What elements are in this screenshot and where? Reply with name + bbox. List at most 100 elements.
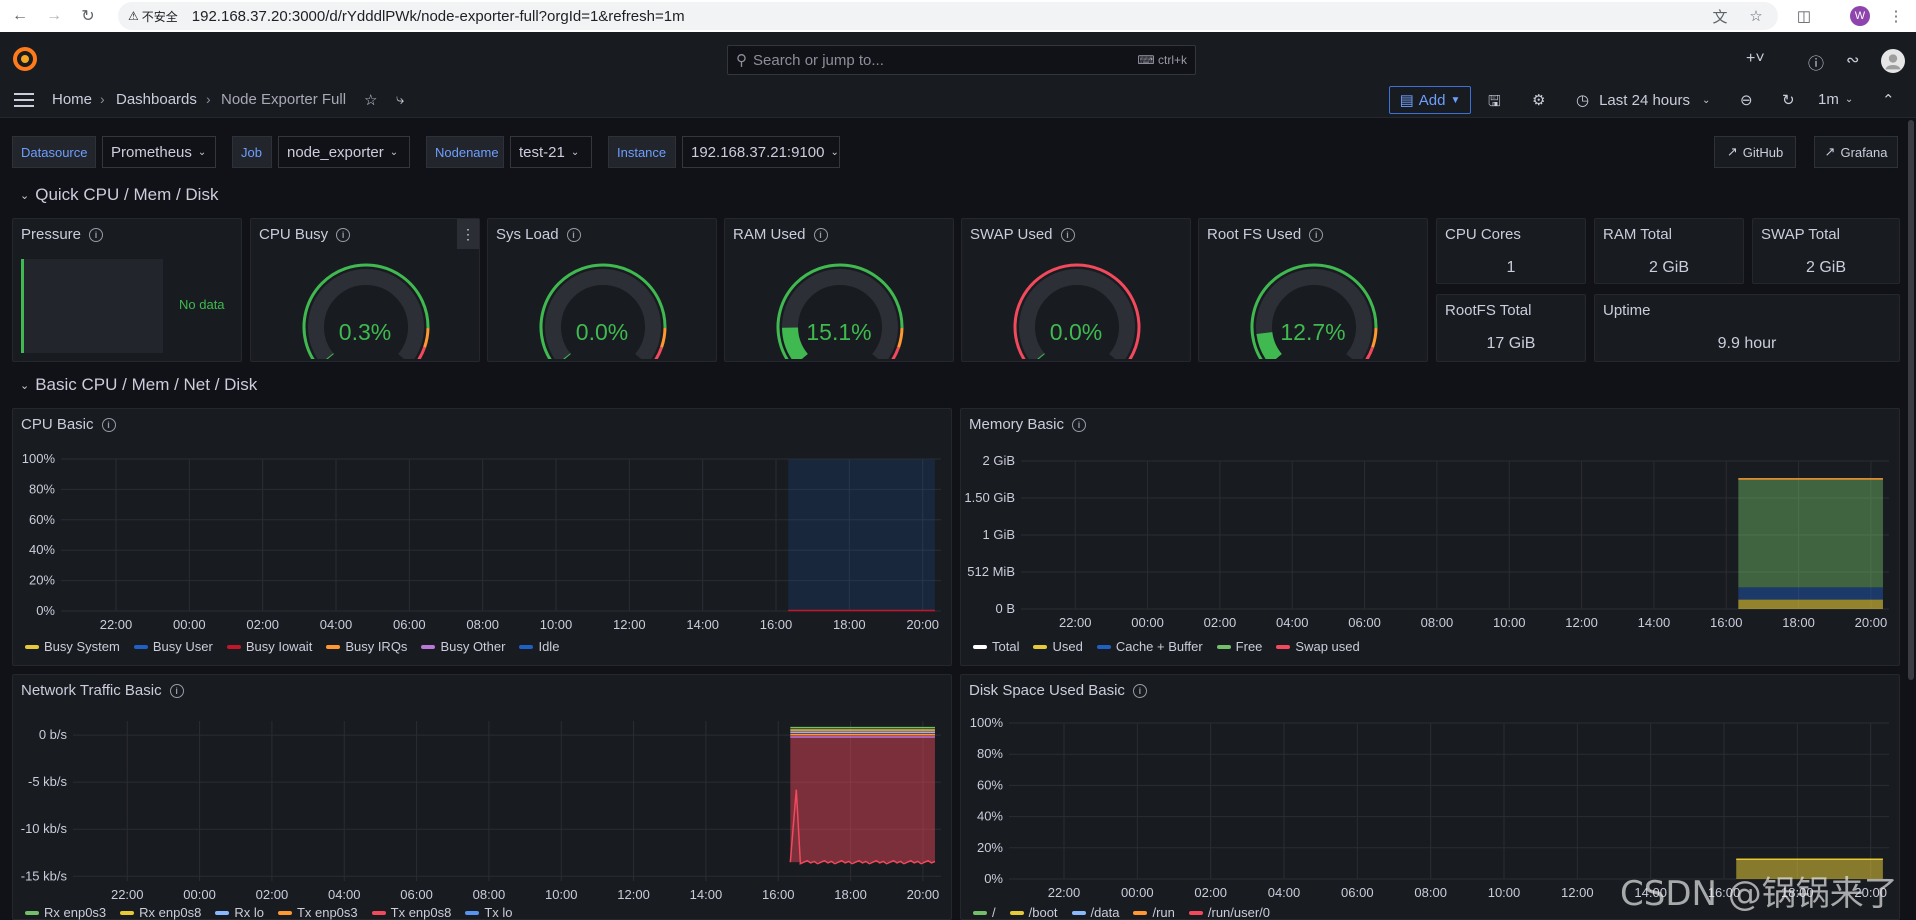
time-range-picker[interactable]: ◷ Last 24 hours ⌄: [1576, 91, 1710, 110]
legend-item[interactable]: Busy Other: [421, 639, 505, 654]
panel-gauge-cpu-busy[interactable]: CPU Busy i ⋮ 0.3%: [250, 218, 480, 362]
help-icon[interactable]: ⓘ: [1808, 50, 1824, 74]
reload-icon[interactable]: ↻: [74, 2, 102, 30]
legend-label: /boot: [1028, 905, 1058, 920]
panel-gauge-sys-load[interactable]: Sys Load i 0.0%: [487, 218, 717, 362]
legend-item[interactable]: Swap used: [1276, 639, 1360, 654]
legend-item[interactable]: Busy Iowait: [226, 639, 312, 654]
job-select[interactable]: node_exporter ⌄: [278, 136, 410, 168]
row-basic-cpu-mem-net-disk[interactable]: ⌄ Basic CPU / Mem / Net / Disk: [20, 375, 257, 395]
legend-swatch: [120, 910, 135, 915]
datasource-select[interactable]: Prometheus ⌄: [102, 136, 216, 168]
panel-gauge-swap-used[interactable]: SWAP Used i 0.0%: [961, 218, 1191, 362]
nodename-select[interactable]: test-21 ⌄: [510, 136, 592, 168]
legend-item[interactable]: Used: [1033, 639, 1083, 654]
legend-item[interactable]: /data: [1071, 905, 1119, 920]
page-scrollbar[interactable]: [1908, 120, 1914, 680]
x-tick-label: 12:00: [1561, 885, 1594, 900]
legend-item[interactable]: /run: [1133, 905, 1175, 920]
panel-uptime[interactable]: Uptime 9.9 hour: [1594, 294, 1900, 362]
profile-avatar: W: [1850, 6, 1870, 26]
panel-rootfs-total[interactable]: RootFS Total 17 GiB: [1436, 294, 1586, 362]
refresh-icon[interactable]: ↻: [1782, 91, 1795, 109]
legend-item[interactable]: /: [973, 905, 996, 920]
collapse-chevron-icon[interactable]: ⌃: [1882, 91, 1895, 109]
share-icon[interactable]: ⤷: [396, 91, 404, 108]
github-link[interactable]: ↗ GitHub: [1714, 136, 1796, 168]
legend-item[interactable]: Busy User: [133, 639, 213, 654]
more-menu-icon[interactable]: ⋮: [1884, 4, 1908, 28]
translate-icon[interactable]: 文: [1708, 4, 1732, 28]
panel-swap-total[interactable]: SWAP Total 2 GiB: [1752, 218, 1900, 284]
breadcrumb-current: Node Exporter Full: [221, 91, 347, 108]
panel-ram-total[interactable]: RAM Total 2 GiB: [1594, 218, 1744, 284]
security-warning[interactable]: ⚠ 不安全: [128, 8, 178, 25]
panel-network-traffic-basic[interactable]: Network Traffic Basic i 0 b/s -5 kb/s -10 k…: [12, 674, 952, 920]
user-avatar[interactable]: [1881, 49, 1905, 73]
legend-item[interactable]: Cache + Buffer: [1096, 639, 1203, 654]
row-quick-cpu-mem-disk[interactable]: ⌄ Quick CPU / Mem / Disk: [20, 185, 218, 205]
grafana-logo[interactable]: [12, 46, 38, 72]
extensions-icon[interactable]: ◫: [1792, 4, 1816, 28]
forward-icon[interactable]: →: [40, 2, 68, 30]
legend-item[interactable]: Rx enp0s3: [25, 905, 106, 920]
x-tick-label: 02:00: [1194, 885, 1227, 900]
profile-button[interactable]: W: [1848, 4, 1872, 28]
legend-swatch: [1188, 910, 1203, 915]
breadcrumb-dashboards[interactable]: Dashboards: [116, 91, 197, 108]
legend-item[interactable]: Busy System: [25, 639, 120, 654]
bookmark-star-icon[interactable]: ☆: [1744, 4, 1768, 28]
instance-select[interactable]: 192.168.37.21:9100 ⌄: [682, 136, 840, 168]
search-input[interactable]: ⚲ Search or jump to... ⌨ ctrl+k: [727, 45, 1196, 75]
legend-swatch: [326, 644, 341, 649]
legend-label: Rx enp0s3: [44, 905, 107, 920]
zoom-out-icon[interactable]: ⊖: [1740, 91, 1753, 109]
x-tick-label: 08:00: [1414, 885, 1447, 900]
chevron-down-icon: ▼: [1450, 94, 1461, 106]
x-tick-label: 12:00: [617, 887, 650, 901]
x-tick-label: 22:00: [100, 617, 133, 632]
add-button[interactable]: ▤ Add ▼: [1389, 86, 1471, 114]
refresh-interval-picker[interactable]: 1m ⌄: [1818, 91, 1853, 108]
menu-icon[interactable]: [14, 92, 34, 108]
gauge-track: [782, 269, 898, 359]
panel-title: CPU Busy: [259, 226, 329, 243]
user-icon: [1885, 54, 1901, 70]
panel-gauge-ram-used[interactable]: RAM Used i 15.1%: [724, 218, 954, 362]
panel-memory-basic[interactable]: Memory Basic i 2 GiB 1.50 GiB 1 GiB 512 MiB 0…: [960, 408, 1900, 666]
panel-pressure[interactable]: Pressure i No data: [12, 218, 242, 362]
x-tick-label: 16:00: [760, 617, 793, 632]
settings-gear-icon[interactable]: ⚙: [1532, 91, 1545, 109]
panel-title: Network Traffic Basic: [21, 682, 162, 699]
favorite-star-icon[interactable]: ☆: [364, 91, 377, 109]
legend-item[interactable]: Tx enp0s3: [277, 905, 358, 920]
legend-swatch: [277, 910, 292, 915]
back-icon[interactable]: ←: [6, 2, 34, 30]
panel-gauge-root-fs-used[interactable]: Root FS Used i 12.7%: [1198, 218, 1428, 362]
legend-item[interactable]: Tx enp0s8: [371, 905, 451, 920]
legend-item[interactable]: /boot: [1009, 905, 1058, 920]
legend-item[interactable]: Rx enp0s8: [120, 905, 201, 920]
info-icon: i: [89, 227, 104, 242]
new-plus-icon[interactable]: +˅: [1746, 50, 1765, 68]
legend-item[interactable]: Free: [1216, 639, 1262, 654]
panel-cpu-basic[interactable]: CPU Basic i 100% 80% 60% 40% 20% 0% 22:00 00:00 0…: [12, 408, 952, 666]
save-dashboard-icon[interactable]: 🖫: [1488, 91, 1501, 116]
legend-item[interactable]: Idle: [519, 639, 559, 654]
breadcrumb-home[interactable]: Home: [52, 91, 92, 108]
legend-item[interactable]: Busy IRQs: [326, 639, 407, 654]
panel-menu-icon[interactable]: ⋮: [457, 219, 479, 249]
legend-item[interactable]: Total: [973, 639, 1019, 654]
address-bar[interactable]: ⚠ 不安全 192.168.37.20:3000/d/rYdddlPWk/node…: [118, 2, 1778, 30]
grafana-link[interactable]: ↗ Grafana: [1814, 136, 1898, 168]
gauge-value-arc: [1037, 353, 1045, 359]
legend-item[interactable]: Rx lo: [215, 905, 264, 920]
legend-item[interactable]: /run/user/0: [1188, 905, 1270, 920]
x-tick-label: 06:00: [400, 887, 433, 901]
panel-cpu-cores[interactable]: CPU Cores 1: [1436, 218, 1586, 284]
legend-item[interactable]: Tx lo: [465, 905, 513, 920]
news-rss-icon[interactable]: ∾: [1846, 50, 1859, 70]
chevron-down-icon: ⌄: [20, 189, 30, 202]
network-traffic-chart: 0 b/s -5 kb/s -10 kb/s -15 kb/s 22:00 00:00 02…: [21, 721, 941, 901]
legend-label: Total: [992, 639, 1020, 654]
